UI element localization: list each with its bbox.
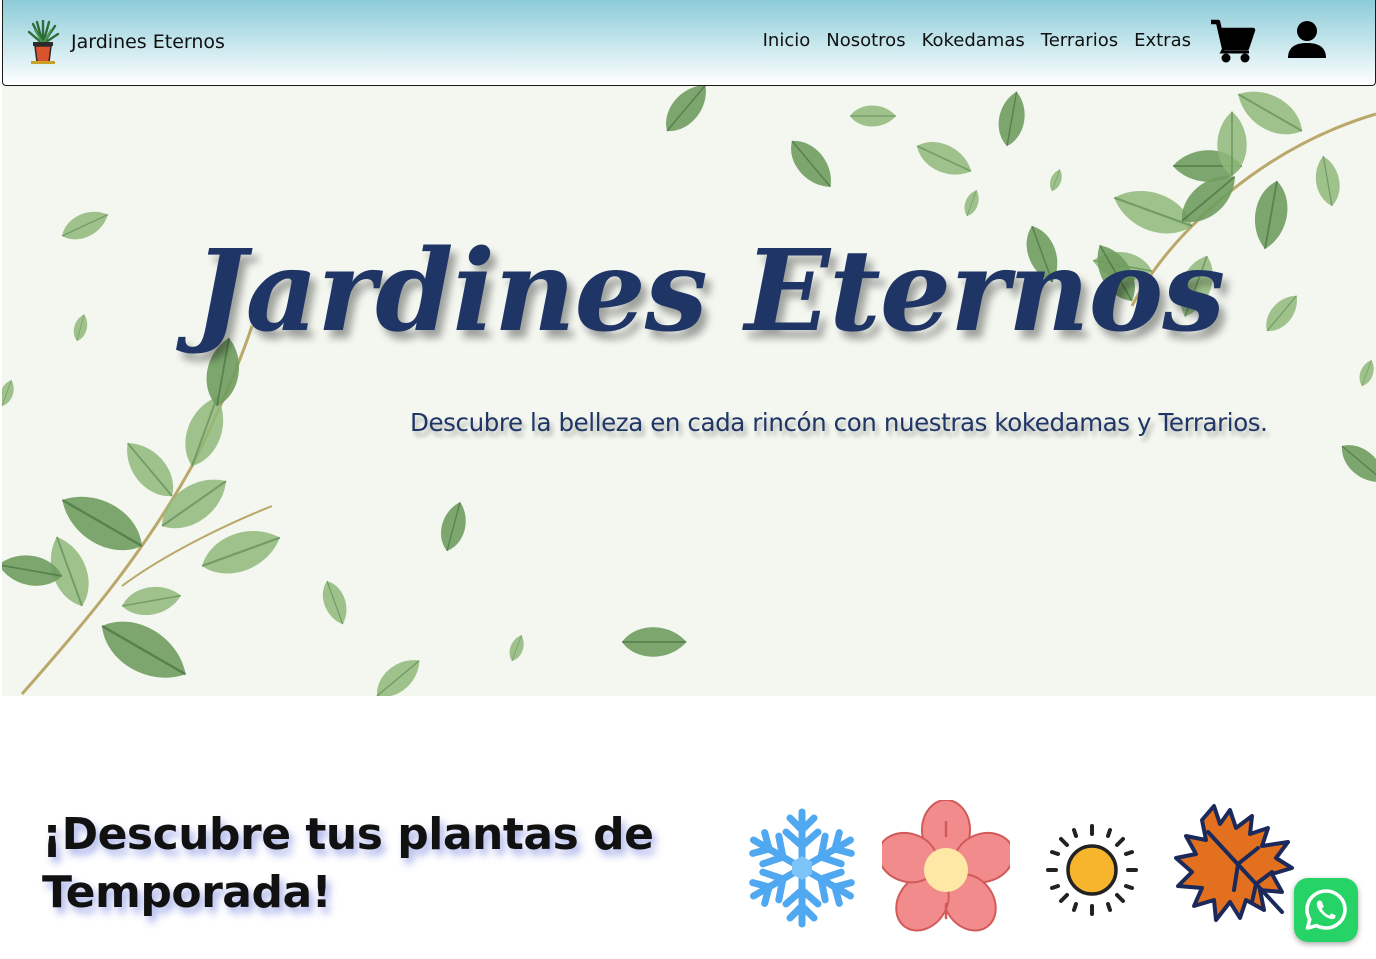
spring-flower-icon[interactable] [882, 800, 1010, 940]
brand-name: Jardines Eternos [71, 31, 225, 53]
summer-sun-icon[interactable] [1044, 822, 1140, 918]
hero-subtitle: Descubre la belleza en cada rincón con n… [410, 408, 1268, 437]
shopping-cart-icon[interactable] [1209, 18, 1257, 66]
main-nav: Inicio Nosotros Kokedamas Terrarios Extr… [747, 30, 1191, 51]
top-navbar: Jardines Eternos Inicio Nosotros Kokedam… [2, 0, 1376, 86]
whatsapp-icon [1305, 889, 1347, 930]
autumn-leaf-icon[interactable] [1172, 802, 1298, 926]
nav-link-extras[interactable]: Extras [1134, 30, 1191, 51]
nav-link-inicio[interactable]: Inicio [763, 30, 811, 51]
user-account-icon[interactable] [1285, 18, 1329, 62]
nav-link-kokedamas[interactable]: Kokedamas [922, 30, 1025, 51]
whatsapp-chat-button[interactable] [1294, 878, 1358, 942]
watercolor-leaves-background [2, 86, 1376, 696]
season-heading: ¡Descubre tus plantas de Temporada! [42, 809, 654, 918]
hero-banner: Jardines Eternos Descubre la belleza en … [2, 86, 1376, 696]
nav-link-nosotros[interactable]: Nosotros [826, 30, 905, 51]
hero-title: Jardines Eternos [193, 226, 1226, 357]
winter-snowflake-icon[interactable] [744, 806, 860, 930]
potted-plant-icon [27, 20, 60, 64]
nav-link-terrarios[interactable]: Terrarios [1041, 30, 1118, 51]
brand-link[interactable]: Jardines Eternos [25, 20, 225, 64]
